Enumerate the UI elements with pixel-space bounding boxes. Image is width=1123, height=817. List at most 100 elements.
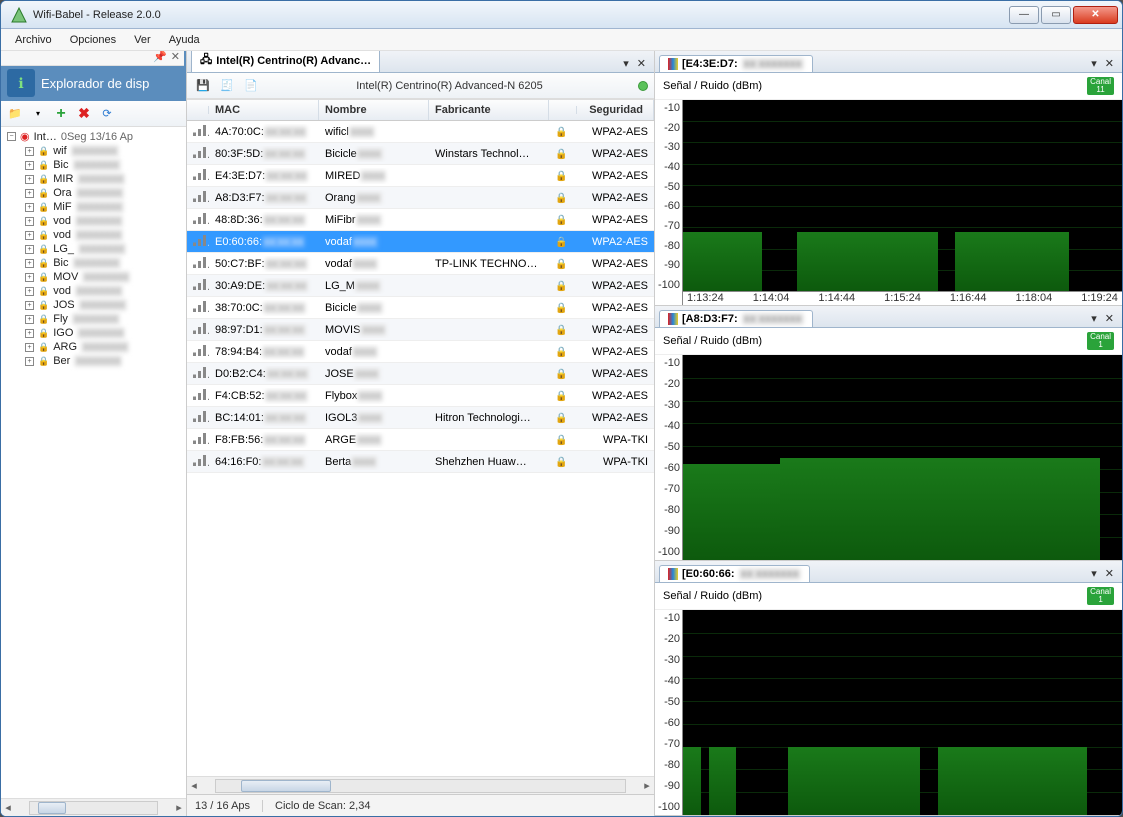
table-row[interactable]: A8:D3:F7:xx:xx:xxOrangxxxx🔒WPA2-AES (187, 187, 654, 209)
table-row[interactable]: 30:A9:DE:xx:xx:xxLG_Mxxxx🔒WPA2-AES (187, 275, 654, 297)
folder-icon[interactable]: 📁 (5, 104, 25, 124)
tab-close-icon[interactable]: ✕ (1101, 565, 1118, 582)
tree-item-label: Bic (53, 257, 68, 269)
tree-item[interactable]: +🔒LG_xxxxxxxx (5, 242, 184, 256)
expand-icon[interactable]: + (25, 245, 34, 254)
refresh-icon[interactable]: ⟳ (97, 104, 117, 124)
save-icon[interactable]: 💾 (193, 76, 213, 96)
tree-item[interactable]: +🔒IGOxxxxxxxx (5, 326, 184, 340)
tree-item[interactable]: +🔒Oraxxxxxxxx (5, 186, 184, 200)
tree-item[interactable]: +🔒vodxxxxxxxx (5, 214, 184, 228)
menu-view[interactable]: Ver (126, 31, 159, 49)
tab-menu-icon[interactable]: ▾ (619, 55, 633, 72)
add-icon[interactable]: + (51, 104, 71, 124)
tree-item[interactable]: +🔒Bicxxxxxxxx (5, 158, 184, 172)
table-row[interactable]: E4:3E:D7:xx:xx:xxMIREDxxxx🔒WPA2-AES (187, 165, 654, 187)
collapse-icon[interactable]: − (7, 132, 16, 141)
table-row[interactable]: F4:CB:52:xx:xx:xxFlyboxxxxx🔒WPA2-AES (187, 385, 654, 407)
center-toolbar: 💾 🧾 📄 Intel(R) Centrino(R) Advanced-N 62… (187, 73, 654, 99)
scroll-thumb[interactable] (38, 802, 66, 814)
tree-item[interactable]: +🔒Flyxxxxxxxx (5, 312, 184, 326)
networks-table[interactable]: MAC Nombre Fabricante Seguridad 4A:70:0C… (187, 99, 654, 776)
delete-icon[interactable]: ✖ (74, 104, 94, 124)
table-row[interactable]: 80:3F:5D:xx:xx:xxBiciclexxxxWinstars Tec… (187, 143, 654, 165)
scroll-left-icon[interactable]: ◂ (187, 779, 201, 792)
tab-menu-icon[interactable]: ▾ (1087, 55, 1101, 72)
scroll-thumb[interactable] (241, 780, 331, 792)
expand-icon[interactable]: + (25, 343, 34, 352)
title-bar[interactable]: Wifi-Babel - Release 2.0.0 — ▭ ✕ (1, 1, 1122, 29)
tree-item[interactable]: +🔒JOSxxxxxxxx (5, 298, 184, 312)
table-row[interactable]: 78:94:B4:xx:xx:xxvodafxxxx🔒WPA2-AES (187, 341, 654, 363)
pin-icon[interactable]: 📌 (153, 51, 167, 65)
menu-options[interactable]: Opciones (62, 31, 124, 49)
expand-icon[interactable]: + (25, 329, 34, 338)
expand-icon[interactable]: + (25, 217, 34, 226)
expand-icon[interactable]: + (25, 161, 34, 170)
expand-icon[interactable]: + (25, 175, 34, 184)
tree-item[interactable]: +🔒ARGxxxxxxxx (5, 340, 184, 354)
expand-icon[interactable]: + (25, 189, 34, 198)
expand-icon[interactable]: + (25, 315, 34, 324)
table-row[interactable]: D0:B2:C4:xx:xx:xxJOSExxxx🔒WPA2-AES (187, 363, 654, 385)
tree-item[interactable]: +🔒Bicxxxxxxxx (5, 256, 184, 270)
dropdown-icon[interactable]: ▾ (28, 104, 48, 124)
tree-item[interactable]: +🔒vodxxxxxxxx (5, 228, 184, 242)
list-icon[interactable]: 📄 (241, 76, 261, 96)
tree-root[interactable]: − ◉ Int… 0Seg 13/16 Ap (5, 129, 184, 144)
col-mac[interactable]: MAC (209, 100, 319, 120)
tree-item-label: vod (53, 215, 71, 227)
minimize-button[interactable]: — (1009, 6, 1039, 24)
expand-icon[interactable]: + (25, 301, 34, 310)
tree-item[interactable]: +🔒wifxxxxxxxx (5, 144, 184, 158)
tree-item[interactable]: +🔒vodxxxxxxxx (5, 284, 184, 298)
table-row[interactable]: 98:97:D1:xx:xx:xxMOVISxxxx🔒WPA2-AES (187, 319, 654, 341)
expand-icon[interactable]: + (25, 287, 34, 296)
table-row[interactable]: BC:14:01:xx:xx:xxIGOL3xxxxHitron Technol… (187, 407, 654, 429)
col-sec[interactable]: Seguridad (577, 100, 654, 120)
graph-tab[interactable]: [E0:60:66:xx xxxxxxx (659, 565, 810, 582)
col-manuf[interactable]: Fabricante (429, 100, 549, 120)
tab-adapter[interactable]: 🖧 Intel(R) Centrino(R) Advanc… (191, 51, 380, 72)
expand-icon[interactable]: + (25, 231, 34, 240)
app-icon (11, 7, 27, 23)
table-row[interactable]: E0:60:66:xx:xx:xxvodafxxxx🔒WPA2-AES (187, 231, 654, 253)
expand-icon[interactable]: + (25, 259, 34, 268)
tab-close-icon[interactable]: ✕ (1101, 310, 1118, 327)
table-row[interactable]: 48:8D:36:xx:xx:xxMiFibrxxxx🔒WPA2-AES (187, 209, 654, 231)
tab-menu-icon[interactable]: ▾ (1087, 310, 1101, 327)
maximize-button[interactable]: ▭ (1041, 6, 1071, 24)
table-row[interactable]: 50:C7:BF:xx:xx:xxvodafxxxxTP-LINK TECHNO… (187, 253, 654, 275)
tab-close-icon[interactable]: ✕ (633, 55, 650, 72)
expand-icon[interactable]: + (25, 357, 34, 366)
col-name[interactable]: Nombre (319, 100, 429, 120)
menu-help[interactable]: Ayuda (161, 31, 208, 49)
table-row[interactable]: 64:16:F0:xx:xx:xxBertaxxxxShehzhen Huaw…… (187, 451, 654, 473)
table-row[interactable]: 4A:70:0C:xx:xx:xxwificlxxxx🔒WPA2-AES (187, 121, 654, 143)
tab-close-icon[interactable]: ✕ (1101, 55, 1118, 72)
tree-item[interactable]: +🔒MIRxxxxxxxx (5, 172, 184, 186)
sidebar-close-icon[interactable]: ✕ (171, 51, 180, 65)
expand-icon[interactable]: + (25, 273, 34, 282)
export-icon[interactable]: 🧾 (217, 76, 237, 96)
tab-menu-icon[interactable]: ▾ (1087, 565, 1101, 582)
graph-tab[interactable]: [E4:3E:D7:xx xxxxxxx (659, 55, 813, 72)
close-button[interactable]: ✕ (1073, 6, 1118, 24)
cell-name: Biciclexxxx (319, 300, 429, 316)
scroll-right-icon[interactable]: ▸ (640, 779, 654, 792)
expand-icon[interactable]: + (25, 147, 34, 156)
expand-icon[interactable]: + (25, 203, 34, 212)
device-tree[interactable]: − ◉ Int… 0Seg 13/16 Ap +🔒wifxxxxxxxx+🔒Bi… (1, 127, 186, 798)
graph-tab[interactable]: [A8:D3:F7:xx xxxxxxx (659, 310, 813, 327)
tree-item[interactable]: +🔒MOVxxxxxxxx (5, 270, 184, 284)
tree-item[interactable]: +🔒Berxxxxxxxx (5, 354, 184, 368)
scroll-right-icon[interactable]: ▸ (172, 801, 186, 814)
scroll-left-icon[interactable]: ◂ (1, 801, 15, 814)
table-scroll[interactable]: ◂ ▸ (187, 776, 654, 794)
table-row[interactable]: 38:70:0C:xx:xx:xxBiciclexxxx🔒WPA2-AES (187, 297, 654, 319)
tree-item[interactable]: +🔒MiFxxxxxxxx (5, 200, 184, 214)
menu-file[interactable]: Archivo (7, 31, 60, 49)
table-row[interactable]: F8:FB:56:xx:xx:xxARGExxxx🔒WPA-TKI (187, 429, 654, 451)
table-header[interactable]: MAC Nombre Fabricante Seguridad (187, 100, 654, 121)
sidebar-scroll[interactable]: ◂ ▸ (1, 798, 186, 816)
